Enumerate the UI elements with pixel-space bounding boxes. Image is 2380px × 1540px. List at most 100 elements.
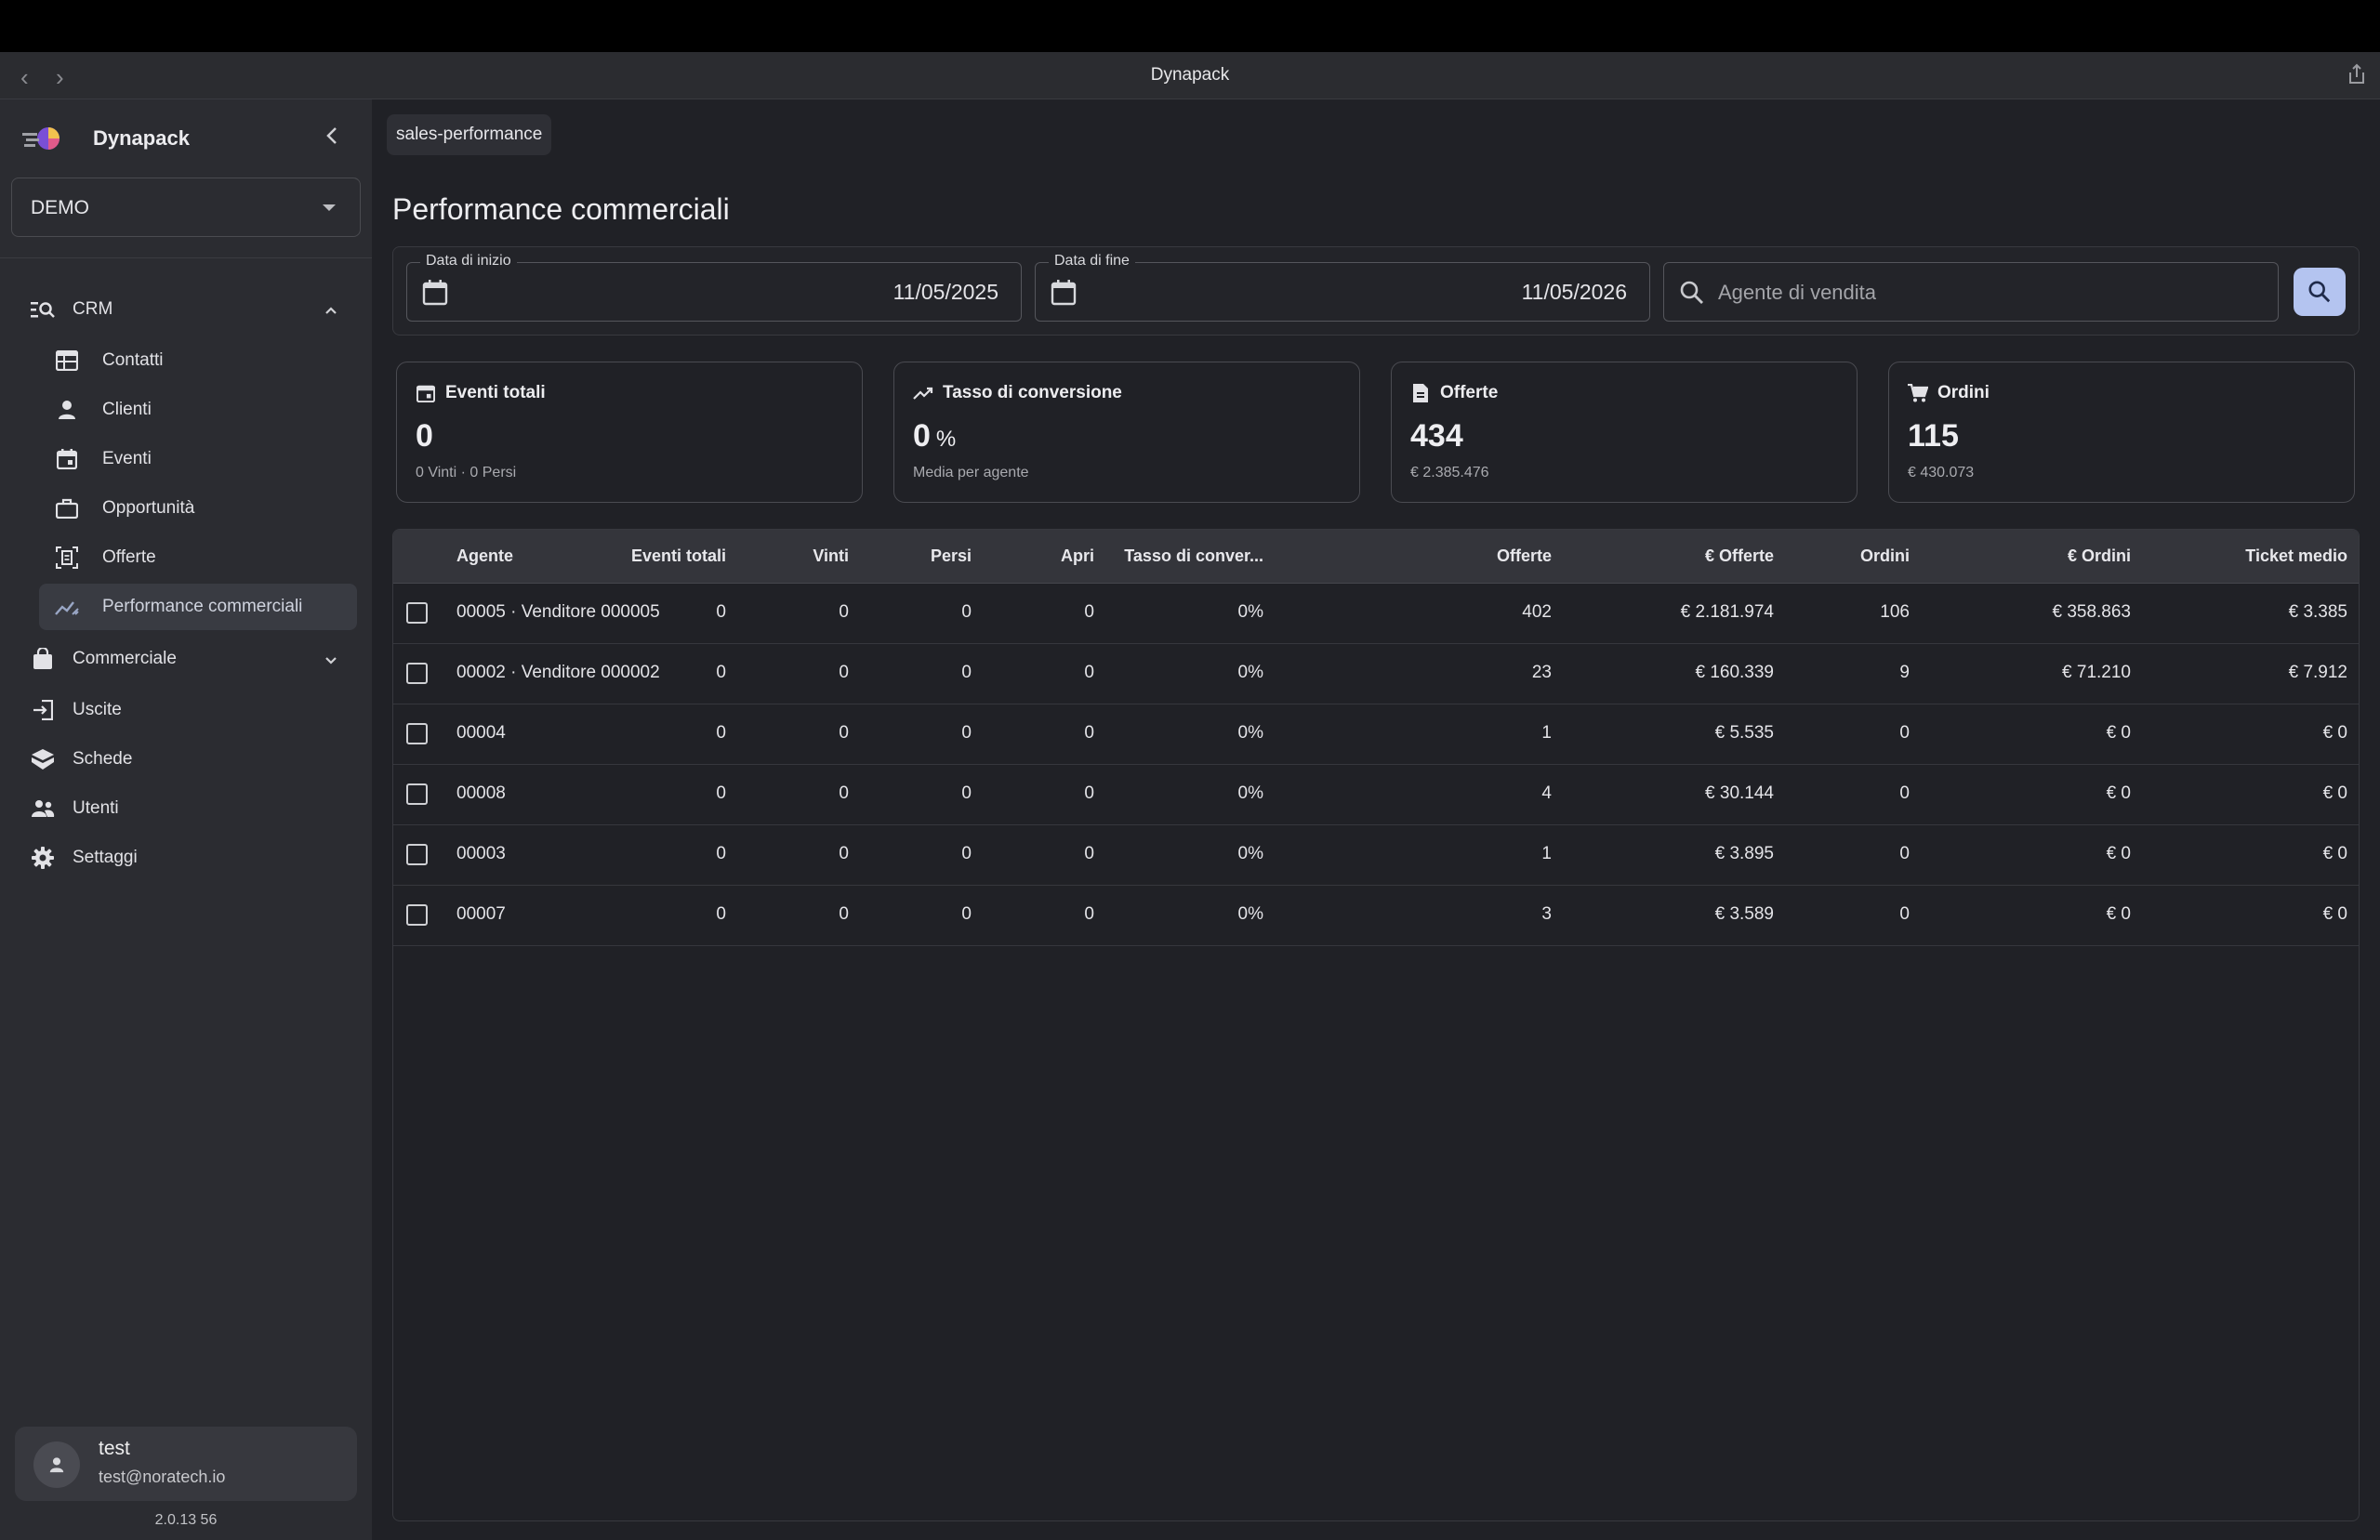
- row-checkbox[interactable]: [406, 844, 428, 865]
- kpi-card-offerte: Offerte 434 € 2.385.476: [1391, 362, 1858, 503]
- sidebar-item-label: Commerciale: [73, 649, 177, 668]
- sidebar-item-performance-commerciali[interactable]: Performance commerciali: [39, 584, 357, 630]
- table-cell: € 2.181.974: [1680, 602, 1774, 622]
- table-cell: 402: [1522, 602, 1552, 622]
- table-cell: 1: [1541, 723, 1552, 743]
- calendar-icon[interactable]: [422, 280, 448, 306]
- sidebar-item-clienti[interactable]: Clienti: [0, 387, 372, 433]
- table-cell: € 0: [2322, 783, 2347, 803]
- user-email: test@noratech.io: [99, 1468, 226, 1486]
- sidebar-item-label: CRM: [73, 299, 113, 319]
- table-cell: € 3.385: [2288, 602, 2347, 622]
- kpi-card-subtitle: Media per agente: [913, 465, 1029, 480]
- cell-agente: 00002 · Venditore 000002: [456, 663, 660, 682]
- start-date-value: 11/05/2025: [892, 280, 998, 304]
- table-cell: € 0: [2106, 783, 2131, 803]
- kpi-card-header: Eventi totali: [416, 383, 546, 403]
- column-header-persi[interactable]: Persi: [931, 546, 972, 566]
- table-row[interactable]: 00008 0 0 0 0 0% 4 € 30.144 0 € 0 € 0: [393, 765, 2359, 825]
- table-cell: 0%: [1237, 783, 1263, 803]
- table-header: Agente Eventi totali Vinti Persi Apri Ta…: [393, 530, 2359, 584]
- table-cell: 0: [961, 602, 972, 622]
- sidebar-item-uscite[interactable]: Uscite: [0, 687, 372, 733]
- table-cell: 0: [839, 602, 849, 622]
- column-header-agente[interactable]: Agente: [456, 546, 513, 566]
- sidebar-item-offerte[interactable]: Offerte: [0, 534, 372, 581]
- table-row[interactable]: 00004 0 0 0 0 0% 1 € 5.535 0 € 0 € 0: [393, 704, 2359, 765]
- user-profile-card[interactable]: test test@noratech.io: [15, 1427, 357, 1501]
- table-cell: 0: [1899, 904, 1910, 924]
- agent-search-input[interactable]: Agente di vendita: [1663, 262, 2279, 322]
- table-cell: 0: [839, 783, 849, 803]
- sidebar-item-settaggi[interactable]: Settaggi: [0, 835, 372, 881]
- row-checkbox[interactable]: [406, 904, 428, 926]
- table-row[interactable]: 00003 0 0 0 0 0% 1 € 3.895 0 € 0 € 0: [393, 825, 2359, 886]
- chevron-down-icon: [323, 204, 336, 211]
- table-cell: € 0: [2106, 844, 2131, 863]
- kpi-card-title: Eventi totali: [445, 383, 546, 402]
- table-cell: 0: [961, 663, 972, 682]
- kpi-card-title: Offerte: [1440, 383, 1499, 402]
- kpi-card-value: 0: [416, 418, 433, 454]
- column-header-apri[interactable]: Apri: [1061, 546, 1094, 566]
- sidebar-item-label: Offerte: [102, 547, 156, 567]
- kpi-card-eventi-totali: Eventi totali 0 0 Vinti · 0 Persi: [396, 362, 863, 503]
- search-button[interactable]: [2294, 268, 2346, 316]
- gear-icon: [30, 845, 56, 871]
- sidebar-item-label: Utenti: [73, 798, 119, 818]
- sidebar-item-commerciale[interactable]: Commerciale: [0, 636, 372, 682]
- cell-agente: 00007: [456, 904, 506, 924]
- trend-icon: [54, 594, 80, 620]
- column-header-euro-offerte[interactable]: € Offerte: [1705, 546, 1774, 566]
- sidebar-item-eventi[interactable]: Eventi: [0, 436, 372, 482]
- chevron-down-icon: [325, 657, 337, 665]
- kpi-card-subtitle: € 2.385.476: [1410, 465, 1489, 480]
- cell-agente: 00004: [456, 723, 506, 743]
- sidebar-divider: [0, 257, 372, 258]
- table-cell: € 0: [2106, 904, 2131, 924]
- row-checkbox[interactable]: [406, 602, 428, 624]
- column-header-euro-ordini[interactable]: € Ordini: [2068, 546, 2131, 566]
- table-row[interactable]: 00007 0 0 0 0 0% 3 € 3.589 0 € 0 € 0: [393, 886, 2359, 946]
- trend-up-icon: [913, 383, 933, 403]
- table-row[interactable]: 00005 · Venditore 000005 0 0 0 0 0% 402 € 2.181…: [393, 584, 2359, 644]
- sidebar-item-utenti[interactable]: Utenti: [0, 785, 372, 832]
- cube-icon: [30, 746, 56, 772]
- sidebar-item-contatti[interactable]: Contatti: [0, 337, 372, 384]
- sidebar-item-crm[interactable]: CRM: [0, 286, 372, 333]
- app-version: 2.0.13 56: [154, 1512, 218, 1528]
- kpi-card-subtitle: € 430.073: [1908, 465, 1975, 480]
- crm-search-icon: [30, 296, 56, 322]
- table-cell: 0: [1084, 602, 1094, 622]
- collapse-sidebar-icon[interactable]: [320, 122, 344, 150]
- column-header-ordini[interactable]: Ordini: [1860, 546, 1910, 566]
- organization-select[interactable]: DEMO: [11, 178, 361, 237]
- end-date-field[interactable]: Data di fine 11/05/2026: [1035, 253, 1650, 322]
- column-header-ticket-medio[interactable]: Ticket medio: [2245, 546, 2347, 566]
- row-checkbox[interactable]: [406, 723, 428, 744]
- sidebar-item-schede[interactable]: Schede: [0, 736, 372, 783]
- table-cell: € 7.912: [2288, 663, 2347, 682]
- row-checkbox[interactable]: [406, 663, 428, 684]
- column-header-eventi-totali[interactable]: Eventi totali: [631, 546, 726, 566]
- table-cell: 0: [1084, 844, 1094, 863]
- table-cell: 0: [716, 663, 726, 682]
- column-header-tasso-conversione[interactable]: Tasso di conver...: [1124, 546, 1263, 566]
- table-cell: € 0: [2322, 723, 2347, 743]
- column-header-offerte[interactable]: Offerte: [1497, 546, 1552, 566]
- sidebar-item-opportunita[interactable]: Opportunità: [0, 485, 372, 532]
- breadcrumb[interactable]: sales-performance: [387, 114, 552, 155]
- table-cell: 0: [1899, 723, 1910, 743]
- table-cell: 0: [1899, 783, 1910, 803]
- table-cell: 0: [1899, 844, 1910, 863]
- calendar-icon[interactable]: [1051, 280, 1077, 306]
- sales-performance-table: Agente Eventi totali Vinti Persi Apri Ta…: [392, 529, 2360, 1521]
- table-row[interactable]: 00002 · Venditore 000002 0 0 0 0 0% 23 € 160.33…: [393, 644, 2359, 704]
- brand-name: Dynapack: [93, 126, 190, 150]
- column-header-vinti[interactable]: Vinti: [813, 546, 849, 566]
- kpi-card-header: Ordini: [1908, 383, 1990, 403]
- sidebar-item-label: Schede: [73, 749, 133, 769]
- row-checkbox[interactable]: [406, 783, 428, 805]
- start-date-field[interactable]: Data di inizio 11/05/2025: [406, 253, 1022, 322]
- share-icon[interactable]: [2347, 63, 2367, 86]
